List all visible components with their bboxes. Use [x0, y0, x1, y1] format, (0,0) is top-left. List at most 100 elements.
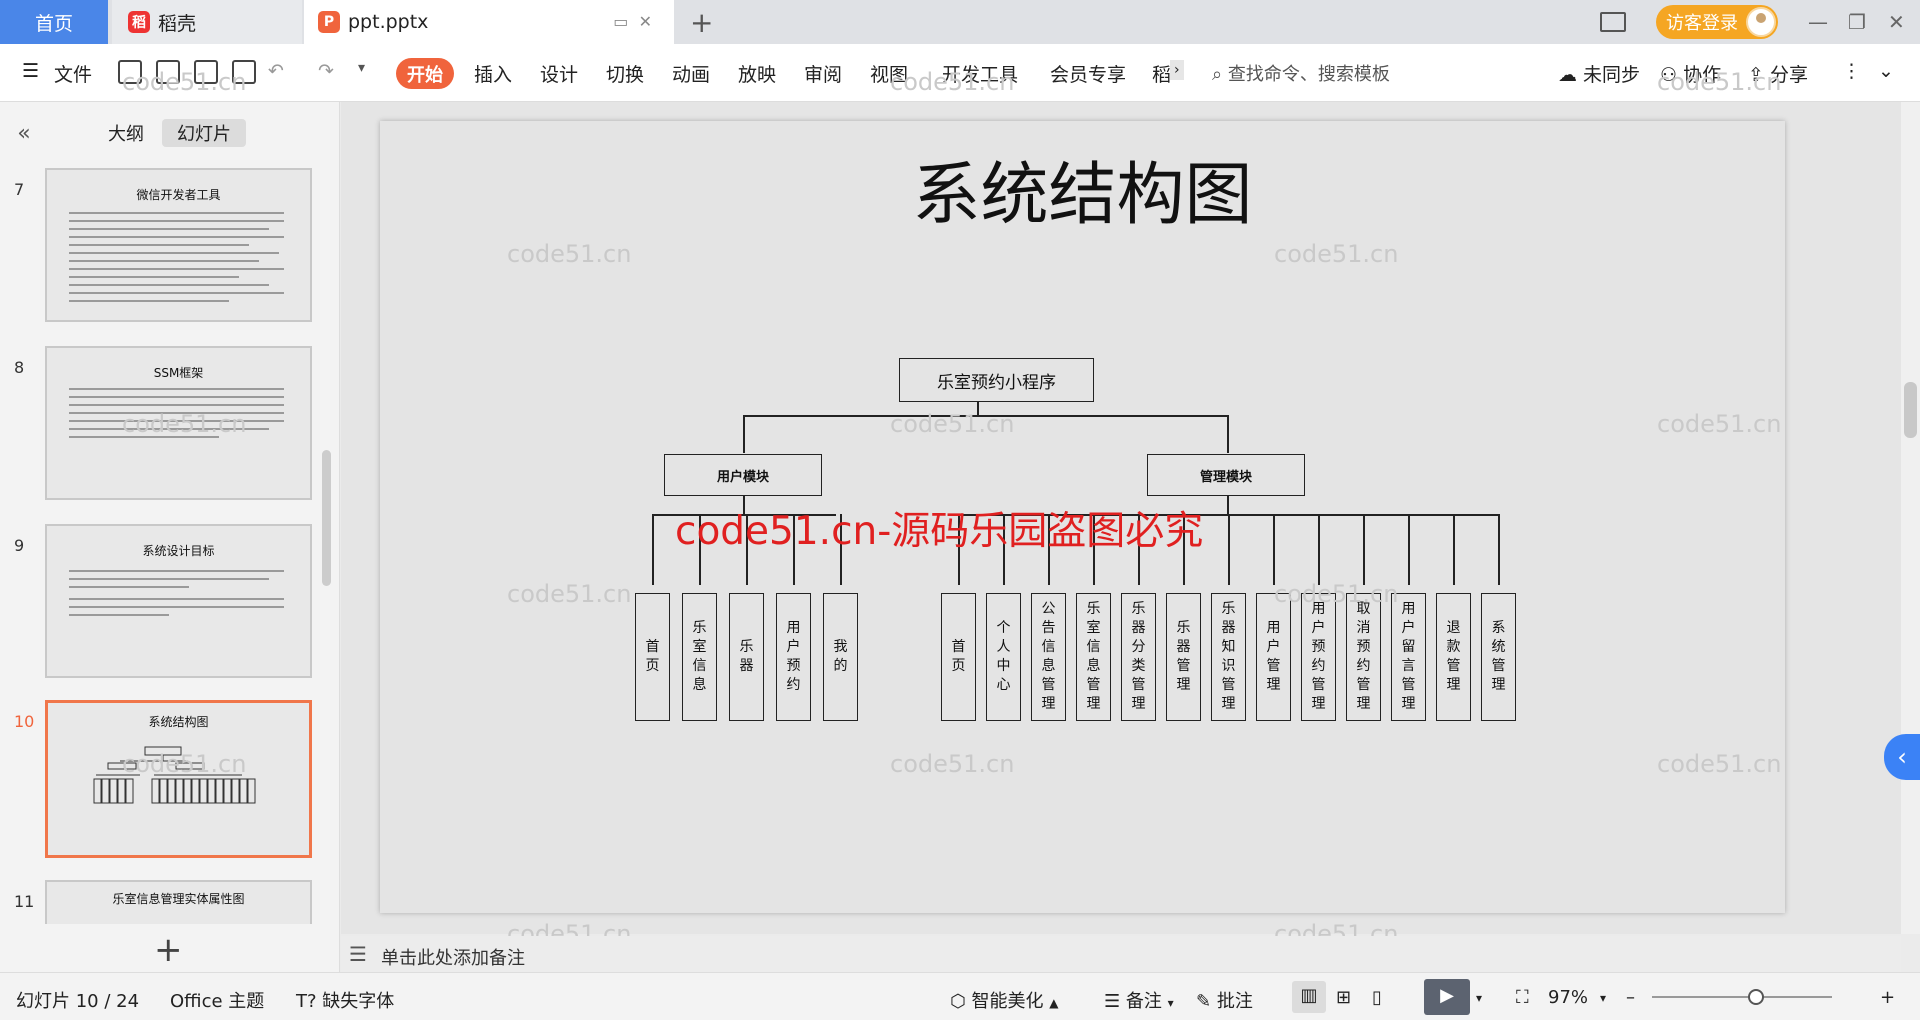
sync-status[interactable]: ☁ 未同步	[1558, 60, 1640, 87]
admin-leaf-node[interactable]: 首页	[941, 593, 976, 721]
admin-leaf-node[interactable]: 乐器管理	[1166, 593, 1201, 721]
tab-review[interactable]: 审阅	[804, 60, 842, 87]
new-tab-icon[interactable]: +	[690, 6, 713, 39]
slide-counter: 幻灯片 10 / 24	[16, 991, 140, 1012]
admin-leaf-node[interactable]: 用户预约管理	[1301, 593, 1336, 721]
normal-view-icon[interactable]: ▥	[1292, 981, 1326, 1013]
more-tabs-chevron-icon[interactable]: ›	[1170, 60, 1184, 80]
zoom-slider-handle[interactable]	[1748, 989, 1764, 1005]
slide-number: 7	[14, 180, 25, 199]
user-leaf-node[interactable]: 首页	[635, 593, 670, 721]
login-label: 访客登录	[1666, 13, 1738, 34]
watermark: code51.cn	[507, 580, 632, 608]
notes-toggle[interactable]: ☰ 备注 ▾	[1104, 987, 1174, 1013]
restore-icon[interactable]: ❐	[1848, 10, 1866, 34]
admin-leaf-node[interactable]: 用户管理	[1256, 593, 1291, 721]
more-options-icon[interactable]: ⋮	[1842, 60, 1861, 82]
tab-animation[interactable]: 动画	[672, 60, 710, 87]
admin-leaf-node[interactable]: 乐器分类管理	[1121, 593, 1156, 721]
tab-ppt[interactable]: P ppt.pptx ▭ ✕	[304, 0, 674, 44]
admin-module-node[interactable]: 管理模块	[1147, 454, 1305, 496]
fit-window-icon[interactable]: ⛶	[1516, 987, 1529, 1008]
tab-transition[interactable]: 切换	[606, 60, 644, 87]
window-layout-icon[interactable]	[1600, 0, 1626, 44]
theme-name[interactable]: Office 主题	[170, 987, 264, 1013]
slide-title[interactable]: 系统结构图	[380, 139, 1785, 238]
zoom-slider[interactable]	[1652, 989, 1832, 1005]
watermark: code51.cn	[890, 410, 1015, 438]
thumbnail-title: 系统结构图	[148, 715, 209, 729]
missing-font[interactable]: T? 缺失字体	[296, 987, 394, 1013]
tab-design[interactable]: 设计	[540, 60, 578, 87]
scrollbar-thumb[interactable]	[1904, 382, 1917, 438]
admin-leaf-node[interactable]: 个人中心	[986, 593, 1021, 721]
menu-icon[interactable]: ☰	[22, 60, 39, 82]
comment-label: 批注	[1216, 991, 1253, 1012]
daoke-logo-icon: 稻	[128, 11, 150, 33]
close-icon[interactable]: ✕	[1888, 10, 1905, 34]
grid-view-icon[interactable]: ⊞	[1336, 987, 1351, 1008]
command-search[interactable]: ⌕ 查找命令、搜索模板	[1212, 60, 1390, 86]
ppt-icon: P	[318, 11, 340, 33]
avatar	[1746, 7, 1776, 37]
admin-leaf-node[interactable]: 用户留言管理	[1391, 593, 1426, 721]
watermark: code51.cn	[1274, 240, 1399, 268]
admin-leaf-node[interactable]: 退款管理	[1436, 593, 1471, 721]
user-leaf-node[interactable]: 乐器	[729, 593, 764, 721]
comment-toggle[interactable]: ✎ 批注	[1196, 987, 1253, 1013]
tab-slides[interactable]: 幻灯片	[162, 119, 246, 147]
tab-daoke-partial[interactable]: 稻	[1152, 60, 1171, 87]
zoom-dropdown-icon[interactable]: ▾	[1600, 991, 1606, 1005]
zoom-level[interactable]: 97%	[1548, 987, 1588, 1008]
tab-daoke[interactable]: 稻 稻壳	[112, 0, 302, 44]
panel-scrollbar[interactable]	[322, 450, 331, 586]
root-node[interactable]: 乐室预约小程序	[899, 358, 1094, 402]
user-leaf-node[interactable]: 乐室信息	[682, 593, 717, 721]
collapse-panel-icon[interactable]: «	[12, 119, 36, 147]
play-dropdown-icon[interactable]: ▾	[1476, 991, 1482, 1005]
tab-insert[interactable]: 插入	[474, 60, 512, 87]
admin-leaf-node[interactable]: 系统管理	[1481, 593, 1516, 721]
reading-view-icon[interactable]: ▯	[1372, 987, 1382, 1008]
user-leaf-node[interactable]: 我的	[823, 593, 858, 721]
admin-leaf-node[interactable]: 乐器知识管理	[1211, 593, 1246, 721]
slides-panel: « 大纲 幻灯片 7 微信开发者工具 8 SSM框架 9 系统设计目标 10 系…	[0, 102, 340, 972]
smart-beautify[interactable]: ⬡ 智能美化 ▲	[950, 987, 1058, 1013]
play-slideshow-icon[interactable]: ▶	[1424, 979, 1470, 1015]
slide-thumbnail-9[interactable]: 系统设计目标	[45, 524, 312, 678]
tab-home[interactable]: 首页	[0, 0, 108, 44]
side-panel-toggle-icon[interactable]: ‹	[1884, 734, 1920, 780]
quick-access-dropdown-icon[interactable]: ▾	[358, 60, 365, 76]
user-module-node[interactable]: 用户模块	[664, 454, 822, 496]
slide-thumbnail-7[interactable]: 微信开发者工具	[45, 168, 312, 322]
zoom-in-icon[interactable]: +	[1880, 987, 1895, 1008]
notes-icon: ☰	[349, 942, 367, 966]
close-tab-icon[interactable]: ▭ ✕	[613, 12, 652, 31]
minimize-icon[interactable]: —	[1808, 10, 1828, 34]
watermark: code51.cn	[507, 240, 632, 268]
notes-area[interactable]: ☰ 单击此处添加备注	[341, 936, 1901, 972]
admin-leaf-node[interactable]: 乐室信息管理	[1076, 593, 1111, 721]
user-leaf-node[interactable]: 用户预约	[776, 593, 811, 721]
slide-thumbnail-11[interactable]: 乐室信息管理实体属性图	[45, 880, 312, 924]
tab-daoke-label: 稻壳	[158, 12, 197, 35]
undo-icon[interactable]: ↶	[268, 60, 284, 82]
file-menu[interactable]: 文件	[54, 60, 92, 87]
admin-leaf-node[interactable]: 公告信息管理	[1031, 593, 1066, 721]
add-slide-icon[interactable]: +	[154, 930, 183, 970]
beautify-icon: ⬡	[950, 991, 966, 1012]
notes-toggle-label: 备注	[1125, 991, 1162, 1012]
slide-thumbnail-10[interactable]: 系统结构图	[45, 700, 312, 858]
canvas-scrollbar[interactable]	[1901, 102, 1920, 934]
tab-slideshow[interactable]: 放映	[738, 60, 776, 87]
zoom-out-icon[interactable]: –	[1626, 987, 1635, 1008]
admin-leaf-node[interactable]: 取消预约管理	[1346, 593, 1381, 721]
watermark: code51.cn	[1657, 410, 1782, 438]
tab-member[interactable]: 会员专享	[1050, 60, 1126, 87]
tab-ppt-label: ppt.pptx	[348, 11, 429, 33]
collapse-ribbon-chevron-icon[interactable]: ⌄	[1878, 60, 1894, 82]
redo-icon[interactable]: ↷	[318, 60, 334, 82]
tab-start[interactable]: 开始	[396, 58, 454, 89]
login-button[interactable]: 访客登录	[1656, 5, 1778, 39]
tab-outline[interactable]: 大纲	[100, 119, 152, 147]
